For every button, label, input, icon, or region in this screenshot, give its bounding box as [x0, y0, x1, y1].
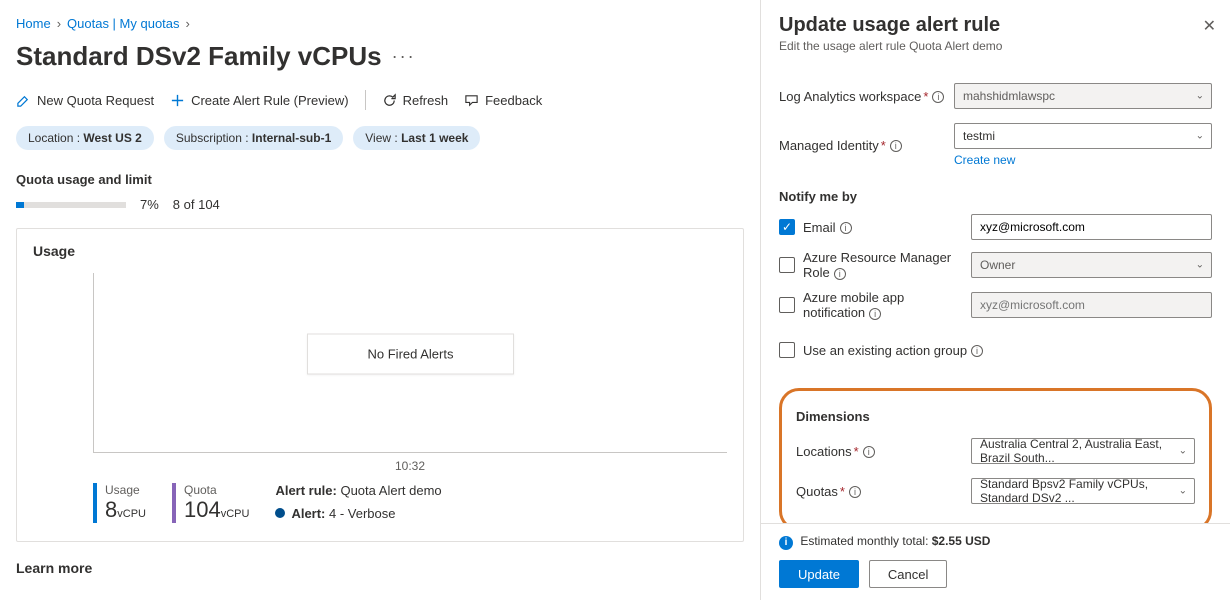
more-icon[interactable]: ··· [392, 46, 416, 67]
legend-dot-icon [275, 508, 285, 518]
quota-bar-fill [16, 202, 24, 208]
create-alert-button[interactable]: Create Alert Rule (Preview) [170, 93, 349, 108]
mi-label: Managed Identity*i [779, 138, 954, 153]
x-axis-label: 10:32 [93, 459, 727, 473]
push-label: Azure mobile app notificationi [803, 290, 963, 320]
panel-title: Update usage alert rule [779, 14, 1212, 37]
locations-label: Locations*i [796, 444, 971, 459]
estimated-total: i Estimated monthly total: $2.55 USD [779, 534, 1212, 550]
filter-pills: Location : West US 2 Subscription : Inte… [16, 126, 744, 150]
stat-usage: Usage 8vCPU [93, 483, 146, 523]
stat-usage-label: Usage [105, 483, 146, 497]
create-alert-label: Create Alert Rule (Preview) [191, 93, 349, 108]
email-checkbox[interactable] [779, 219, 795, 235]
no-alerts-banner: No Fired Alerts [307, 333, 515, 374]
side-panel: Update usage alert rule Edit the usage a… [760, 0, 1230, 600]
info-icon[interactable]: i [971, 345, 983, 357]
action-group-checkbox[interactable] [779, 342, 795, 358]
stat-quota-label: Quota [184, 483, 249, 497]
law-select[interactable]: mahshidmlawspc [954, 83, 1212, 109]
info-solid-icon: i [779, 536, 793, 550]
stat-quota-value: 104 [184, 497, 221, 522]
info-icon[interactable]: i [890, 140, 902, 152]
new-quota-label: New Quota Request [37, 93, 154, 108]
pill-location[interactable]: Location : West US 2 [16, 126, 154, 150]
feedback-icon [464, 93, 479, 108]
learn-more-heading: Learn more [16, 560, 744, 576]
toolbar-separator [365, 90, 366, 110]
alert-info: Alert rule: Quota Alert demo Alert: 4 - … [275, 483, 441, 521]
info-icon[interactable]: i [869, 308, 881, 320]
dimensions-highlight: Dimensions Locations*i Australia Central… [779, 388, 1212, 523]
quotas-select[interactable]: Standard Bpsv2 Family vCPUs, Standard DS… [971, 478, 1195, 504]
law-label: Log Analytics workspace*i [779, 89, 954, 104]
pill-view[interactable]: View : Last 1 week [353, 126, 480, 150]
quota-bar [16, 202, 126, 208]
breadcrumb-sep: › [57, 16, 61, 31]
panel-subtitle: Edit the usage alert rule Quota Alert de… [779, 39, 1212, 53]
breadcrumb-quotas[interactable]: Quotas | My quotas [67, 16, 180, 31]
info-icon[interactable]: i [932, 91, 944, 103]
arm-label: Azure Resource Manager Rolei [803, 250, 963, 280]
dimensions-heading: Dimensions [796, 409, 1195, 424]
arm-select[interactable]: Owner [971, 252, 1212, 278]
refresh-icon [382, 93, 397, 108]
locations-select[interactable]: Australia Central 2, Australia East, Bra… [971, 438, 1195, 464]
quota-percent: 7% [140, 197, 159, 212]
refresh-label: Refresh [403, 93, 449, 108]
cancel-button[interactable]: Cancel [869, 560, 947, 588]
plus-icon [170, 93, 185, 108]
page-title: Standard DSv2 Family vCPUs [16, 41, 382, 72]
usage-card: Usage No Fired Alerts 10:32 Usage 8vCPU … [16, 228, 744, 542]
chart-area[interactable]: No Fired Alerts [93, 273, 727, 453]
pill-subscription[interactable]: Subscription : Internal-sub-1 [164, 126, 343, 150]
refresh-button[interactable]: Refresh [382, 93, 449, 108]
quotas-label: Quotas*i [796, 484, 971, 499]
toolbar: New Quota Request Create Alert Rule (Pre… [16, 90, 744, 110]
notify-heading: Notify me by [779, 189, 1212, 204]
feedback-label: Feedback [485, 93, 542, 108]
email-label: Emaili [803, 220, 963, 235]
quota-ratio: 8 of 104 [173, 197, 220, 212]
create-new-link[interactable]: Create new [954, 153, 1015, 167]
quota-usage-heading: Quota usage and limit [16, 172, 744, 187]
close-icon[interactable]: ✕ [1203, 16, 1216, 36]
push-checkbox[interactable] [779, 297, 795, 313]
info-icon[interactable]: i [840, 222, 852, 234]
info-icon[interactable]: i [834, 268, 846, 280]
feedback-button[interactable]: Feedback [464, 93, 542, 108]
email-input[interactable] [971, 214, 1212, 240]
new-quota-button[interactable]: New Quota Request [16, 93, 154, 108]
push-input[interactable] [971, 292, 1212, 318]
update-button[interactable]: Update [779, 560, 859, 588]
action-group-label: Use an existing action groupi [803, 343, 983, 358]
stat-quota: Quota 104vCPU [172, 483, 249, 523]
breadcrumb-sep: › [186, 16, 190, 31]
pencil-icon [16, 93, 31, 108]
info-icon[interactable]: i [849, 486, 861, 498]
stat-usage-value: 8 [105, 497, 117, 522]
arm-checkbox[interactable] [779, 257, 795, 273]
breadcrumb-home[interactable]: Home [16, 16, 51, 31]
usage-card-title: Usage [33, 243, 727, 259]
mi-select[interactable]: testmi [954, 123, 1212, 149]
breadcrumb: Home › Quotas | My quotas › [16, 16, 744, 31]
info-icon[interactable]: i [863, 446, 875, 458]
